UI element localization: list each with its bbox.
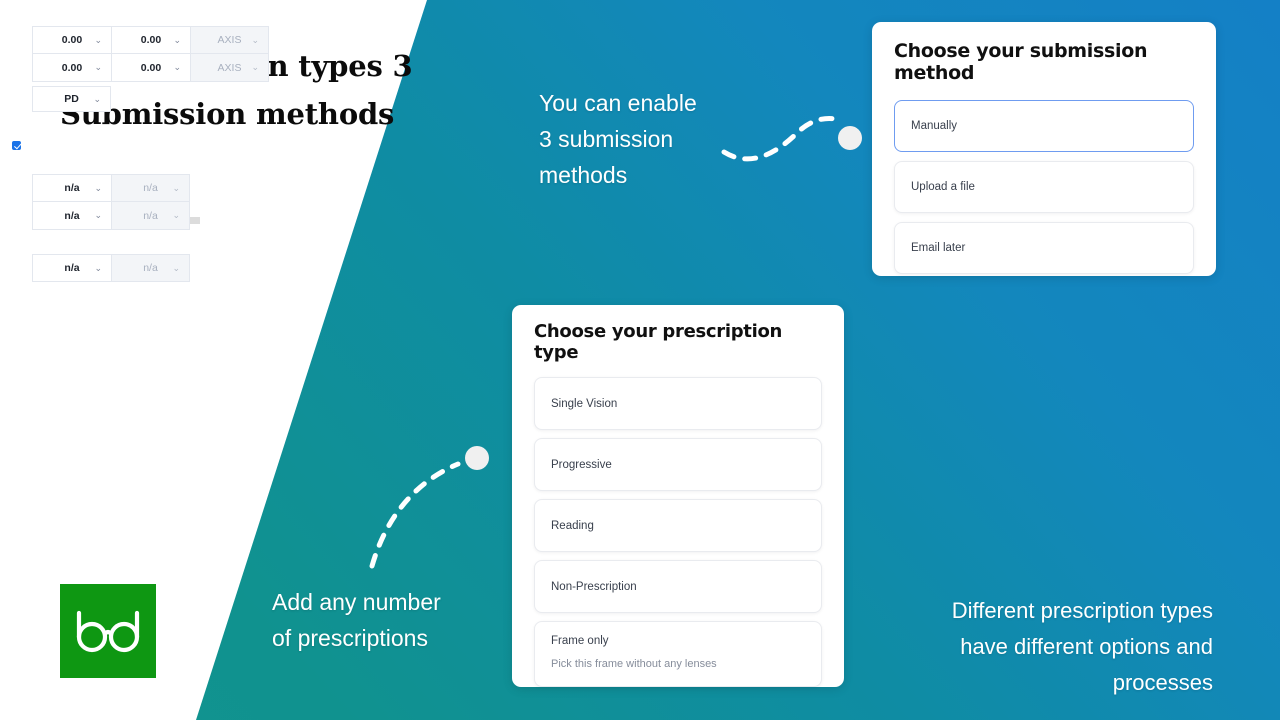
prescription-option-reading[interactable]: Reading [534, 499, 822, 552]
callout-submission-methods: You can enable 3 submission methods [539, 90, 697, 188]
prism-select-vertical-os[interactable]: n/a ⌄ [32, 202, 111, 230]
prescription-option-non-prescription[interactable]: Non-Prescription [534, 560, 822, 613]
rx-select-od-axis[interactable]: AXIS ⌄ [190, 26, 269, 54]
prescription-option-sublabel: Pick this frame without any lenses [551, 658, 717, 670]
rx-value: 0.00 [61, 61, 83, 74]
rx-select-os-sph[interactable]: 0.00 ⌄ [32, 54, 111, 82]
rx-value: PD [64, 93, 79, 105]
submission-method-card: Choose your submission method Manually U… [872, 22, 1216, 276]
rx-select-os-axis[interactable]: AXIS ⌄ [190, 54, 269, 82]
prism-select-base-vertical-od[interactable]: n/a ⌄ [111, 174, 190, 202]
chevron-down-icon: ⌄ [94, 262, 102, 273]
rx-select-od-cyl[interactable]: 0.00 ⌄ [111, 26, 190, 54]
rx-value: n/a [143, 262, 158, 274]
chevron-down-icon: ⌄ [173, 34, 181, 45]
prescription-option-label: Non-Prescription [551, 580, 637, 593]
chevron-down-icon: ⌄ [93, 93, 101, 104]
submission-option-email-later[interactable]: Email later [894, 222, 1194, 274]
prism-select-horizontal-od[interactable]: n/a ⌄ [32, 254, 111, 282]
chevron-down-icon: ⌄ [251, 34, 259, 45]
callout-add-prescriptions: Add any number of prescriptions [272, 589, 441, 651]
chevron-down-icon: ⌄ [172, 210, 180, 220]
rx-value: n/a [143, 182, 158, 194]
prism-select-vertical-od[interactable]: n/a ⌄ [32, 174, 111, 202]
prescription-option-single-vision[interactable]: Single Vision [534, 377, 822, 430]
rx-value: n/a [143, 209, 158, 222]
rx-select-os-cyl[interactable]: 0.00 ⌄ [111, 54, 190, 82]
chevron-down-icon: ⌄ [94, 62, 102, 72]
rx-value: n/a [64, 182, 80, 194]
submission-option-manually[interactable]: Manually [894, 100, 1194, 152]
brand-logo [60, 584, 156, 678]
rx-row-os: OS 0.00 ⌄ 0.00 ⌄ AXIS ⌄ [0, 54, 294, 82]
rx-select-pd[interactable]: PD ⌄ [32, 86, 111, 112]
submission-option-label: Email later [911, 242, 966, 254]
chevron-down-icon: ⌄ [94, 210, 102, 220]
prescription-option-label: Single Vision [551, 397, 618, 410]
prescription-type-card-title: Choose your prescription type [534, 321, 783, 363]
prescription-type-card: Choose your prescription type Single Vis… [512, 305, 844, 687]
rx-value: n/a [64, 209, 80, 222]
checkbox-checked-icon[interactable] [12, 140, 21, 150]
prescription-option-frame-only[interactable]: Frame only Pick this frame without any l… [534, 621, 822, 687]
eyeglasses-icon [76, 610, 140, 653]
chevron-down-icon: ⌄ [94, 182, 102, 193]
chevron-down-icon: ⌄ [251, 62, 259, 72]
rx-row-od: OD 0.00 ⌄ 0.00 ⌄ AXIS ⌄ [0, 26, 294, 54]
prescription-option-label: Reading [551, 519, 594, 532]
rx-value: 0.00 [61, 34, 83, 46]
prism-select-base-vertical-os[interactable]: n/a ⌄ [111, 202, 190, 230]
submission-option-upload-a-file[interactable]: Upload a file [894, 161, 1194, 213]
chevron-down-icon: ⌄ [172, 182, 180, 193]
callout-different-types: Different prescription types have differ… [951, 598, 1213, 695]
submission-option-label: Upload a file [911, 181, 975, 193]
chevron-down-icon: ⌄ [94, 34, 102, 45]
rx-value: 0.00 [140, 61, 162, 74]
rx-select-od-sph[interactable]: 0.00 ⌄ [32, 26, 111, 54]
rx-value: 0.00 [140, 34, 162, 46]
submission-option-label: Manually [911, 120, 958, 132]
submission-card-title: Choose your submission method [894, 40, 1148, 84]
rx-value: AXIS [217, 61, 242, 74]
rx-value: AXIS [217, 34, 242, 46]
rx-value: n/a [64, 262, 80, 274]
prescription-option-label: Frame only [551, 635, 609, 647]
chevron-down-icon: ⌄ [172, 262, 180, 273]
prescription-option-progressive[interactable]: Progressive [534, 438, 822, 491]
slide-canvas: 5 Prescription types 3 Submission method… [0, 0, 1280, 720]
prescription-option-label: Progressive [551, 458, 612, 471]
prism-select-base-horizontal-od[interactable]: n/a ⌄ [111, 254, 190, 282]
chevron-down-icon: ⌄ [173, 62, 181, 72]
